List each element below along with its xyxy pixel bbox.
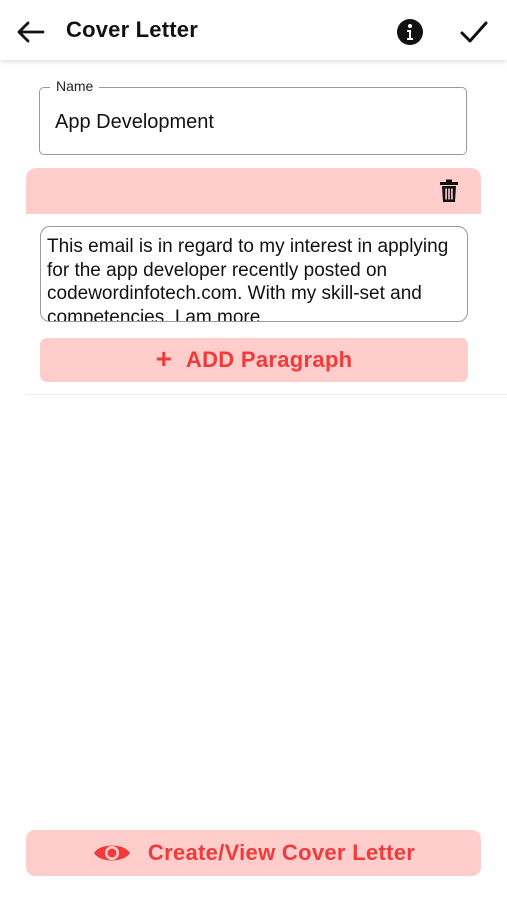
check-icon bbox=[460, 21, 488, 43]
back-button[interactable] bbox=[10, 12, 50, 52]
info-button[interactable] bbox=[392, 14, 428, 50]
name-input[interactable] bbox=[55, 111, 445, 134]
create-view-label: Create/View Cover Letter bbox=[147, 840, 416, 865]
name-field[interactable]: Name bbox=[39, 78, 467, 155]
arrow-left-icon bbox=[17, 21, 45, 43]
info-icon bbox=[397, 19, 423, 45]
page-title: Cover Letter bbox=[66, 17, 198, 42]
section-divider bbox=[26, 394, 507, 395]
paragraph-header bbox=[26, 168, 481, 214]
name-field-label: Name bbox=[50, 78, 100, 94]
eye-icon bbox=[92, 841, 132, 865]
add-paragraph-button[interactable]: + ADD Paragraph bbox=[40, 338, 468, 382]
add-paragraph-label: ADD Paragraph bbox=[185, 347, 353, 372]
app-bar: Cover Letter bbox=[0, 0, 507, 60]
create-view-cover-letter-button[interactable]: Create/View Cover Letter bbox=[26, 830, 481, 876]
trash-icon bbox=[440, 179, 458, 202]
paragraph-textarea[interactable]: This email is in regard to my interest i… bbox=[40, 226, 468, 322]
delete-paragraph-button[interactable] bbox=[437, 178, 461, 204]
confirm-button[interactable] bbox=[454, 12, 494, 52]
plus-icon: + bbox=[155, 343, 172, 374]
